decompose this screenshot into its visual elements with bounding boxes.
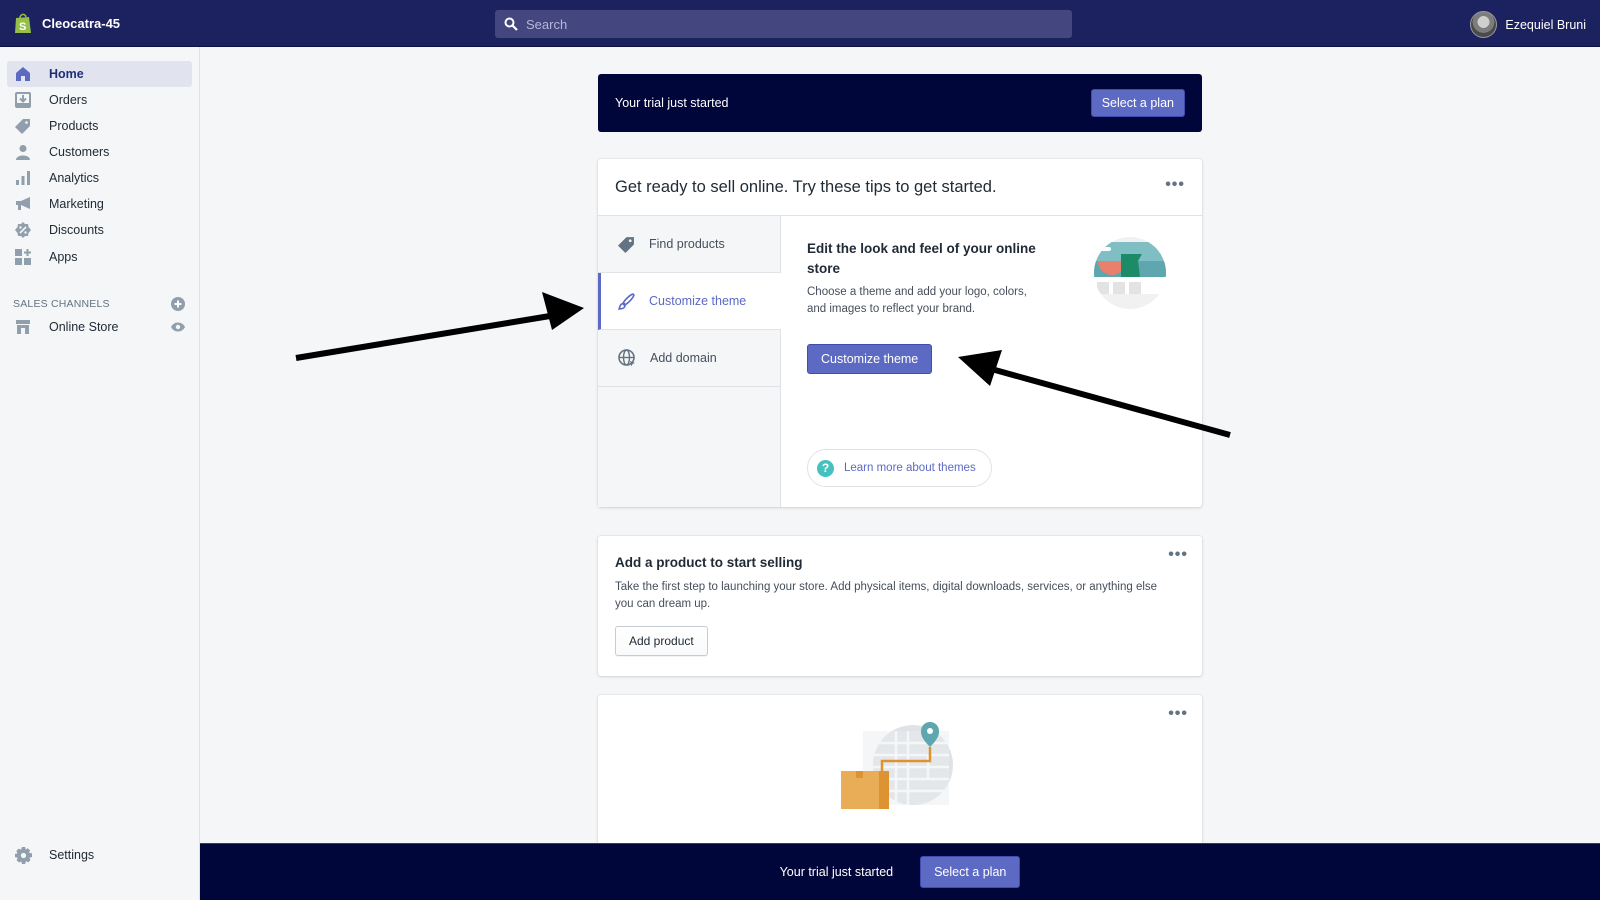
tab-label: Customize theme [649,294,747,308]
store-brand[interactable]: S Cleocatra-45 [14,12,120,34]
sidebar-item-label: Home [49,67,84,81]
discount-icon [14,221,32,239]
orders-icon [14,91,32,109]
more-options-icon[interactable]: ••• [1165,176,1185,194]
sidebar-item-orders[interactable]: Orders [7,87,192,113]
tip-content: Edit the look and feel of your online st… [807,239,1047,318]
megaphone-icon [14,195,32,213]
sidebar-item-discounts[interactable]: Discounts [7,217,192,243]
learn-more-label: Learn more about themes [844,462,976,474]
search-bar[interactable] [495,10,1072,38]
add-product-description: Take the first step to launching your st… [615,581,1158,610]
add-product-card: ••• Add a product to start selling Take … [598,536,1202,676]
tag-icon [618,236,634,253]
gear-icon [14,846,32,864]
svg-text:S: S [19,21,26,33]
more-options-icon[interactable]: ••• [1168,705,1188,723]
globe-icon [618,349,635,367]
theme-illustration-icon [1094,237,1166,309]
sidebar-item-label: Discounts [49,223,104,237]
help-icon: ? [817,459,834,477]
sidebar-item-apps[interactable]: Apps [7,244,192,270]
customize-theme-button[interactable]: Customize theme [807,344,933,374]
search-input[interactable] [526,16,1038,32]
home-icon [14,65,32,83]
tip-description: Choose a theme and add your logo, colors… [807,286,1027,315]
bottom-bar-text: Your trial just started [779,865,894,879]
store-icon [14,318,32,336]
avatar [1470,11,1498,38]
tips-card-header: Get ready to sell online. Try these tips… [598,159,1202,216]
tips-tabs: Find products Customize theme Add domain [598,216,781,507]
sidebar-item-label: Orders [49,93,88,107]
add-product-title: Add a product to start selling [615,555,803,570]
learn-more-themes-link[interactable]: ? Learn more about themes [807,449,992,487]
arrow-to-customize-tab [295,292,584,361]
add-channel-icon[interactable] [171,297,185,311]
sidebar: Home Orders Products Customers Analytics… [0,47,200,900]
sidebar-item-label: Customers [49,145,110,159]
eye-icon[interactable] [171,322,185,332]
sidebar-item-label: Settings [49,848,95,862]
sidebar-item-label: Online Store [49,320,119,334]
trial-banner-text: Your trial just started [615,96,729,110]
sales-channels-title: SALES CHANNELS [13,298,110,310]
tab-label: Add domain [650,351,717,365]
apps-icon [14,248,32,266]
sidebar-item-settings[interactable]: Settings [7,842,192,868]
tab-customize-theme[interactable]: Customize theme [598,273,781,330]
trial-bottom-bar: Your trial just started Select a plan [200,843,1600,900]
tab-label: Find products [649,237,725,251]
shipping-map-illustration-icon [841,722,953,809]
tab-add-domain[interactable]: Add domain [598,330,780,387]
sales-channels-header: SALES CHANNELS [13,297,185,311]
sidebar-item-label: Apps [49,250,78,264]
tips-card: Get ready to sell online. Try these tips… [598,159,1202,507]
sidebar-item-products[interactable]: Products [7,113,192,139]
sidebar-item-label: Marketing [49,197,104,211]
sidebar-item-customers[interactable]: Customers [7,139,192,165]
user-name: Ezequiel Bruni [1505,17,1586,32]
tab-find-products[interactable]: Find products [598,216,780,273]
sidebar-item-marketing[interactable]: Marketing [7,191,192,217]
tips-card-title: Get ready to sell online. Try these tips… [615,177,997,196]
sidebar-item-analytics[interactable]: Analytics [7,165,192,191]
sidebar-item-online-store[interactable]: Online Store [7,314,192,340]
sidebar-item-label: Products [49,119,99,133]
add-product-button[interactable]: Add product [615,626,708,656]
brush-icon [618,292,635,310]
sidebar-item-home[interactable]: Home [7,61,192,87]
shopify-logo-icon: S [15,13,31,33]
user-menu[interactable]: Ezequiel Bruni [1470,11,1586,38]
bottom-select-plan-button[interactable]: Select a plan [920,856,1021,888]
trial-banner: Your trial just started Select a plan [598,74,1202,132]
store-name: Cleocatra-45 [42,15,121,31]
shipping-card: ••• [598,695,1202,855]
tag-icon [14,117,32,135]
tip-heading: Edit the look and feel of your online st… [807,241,1036,276]
search-icon [504,17,518,31]
more-options-icon[interactable]: ••• [1168,546,1188,564]
sidebar-item-label: Analytics [49,171,100,185]
select-plan-button[interactable]: Select a plan [1090,89,1185,117]
person-icon [14,143,32,161]
top-bar: S Cleocatra-45 Ezequiel Bruni [0,0,1600,47]
bar-chart-icon [14,169,32,187]
